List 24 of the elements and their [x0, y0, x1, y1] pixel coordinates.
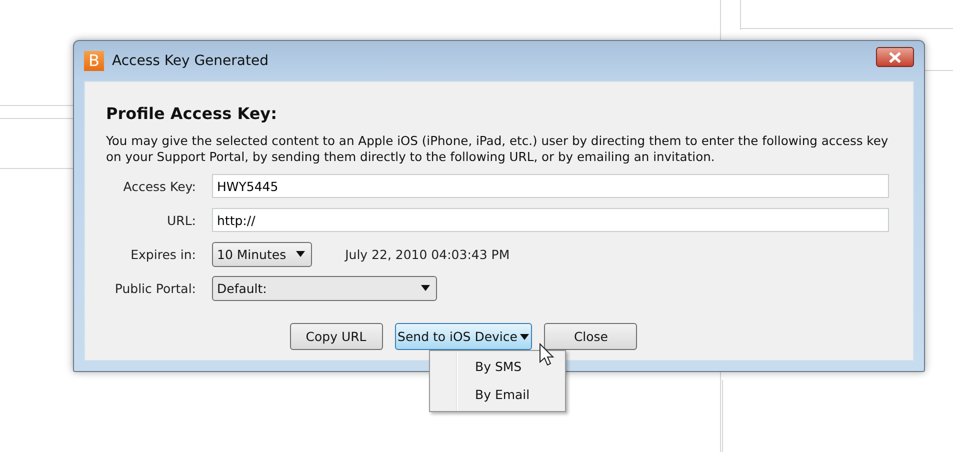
menu-button[interactable]: Send to iOS Device: [394, 323, 532, 350]
caret-icon: [520, 334, 530, 340]
text-field[interactable]: http://: [212, 208, 889, 232]
dropdown[interactable]: 10 Minutes: [212, 242, 312, 266]
field-label: URL:: [166, 212, 196, 228]
close-button[interactable]: [876, 47, 914, 67]
app-logo: B: [84, 51, 104, 71]
menu-item[interactable]: By SMS: [430, 353, 565, 381]
field-label: Expires in:: [130, 246, 196, 262]
text-field[interactable]: HWY5445: [212, 174, 889, 198]
caret-icon: [296, 251, 306, 257]
close-icon: [888, 52, 902, 62]
menu-item[interactable]: By Email: [430, 381, 565, 409]
cursor-icon: [539, 343, 555, 367]
button[interactable]: Copy URL: [290, 323, 383, 350]
field-label: Public Portal:: [114, 280, 196, 296]
section-heading: Profile Access Key:: [106, 104, 278, 123]
dropdown[interactable]: Default:: [212, 276, 437, 300]
field-label: Access Key:: [122, 178, 196, 194]
description-text: You may give the selected content to an Apple iOS (iPhone, iPad, etc.) user by directing them to enter the following access key on your Support Portal, by sending them directly to the following URL, or by emailing an invitation.: [106, 133, 890, 165]
button[interactable]: Close: [544, 323, 638, 350]
expiry-date: July 22, 2010 04:03:43 PM: [345, 246, 510, 262]
caret-icon: [421, 285, 430, 291]
window-title: Access Key Generated: [112, 53, 270, 69]
